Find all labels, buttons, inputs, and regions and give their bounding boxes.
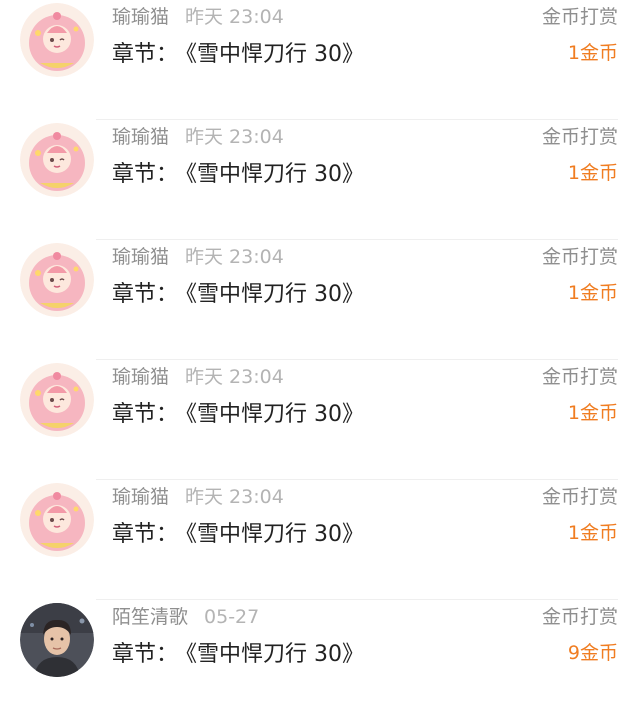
man-photo-avatar-icon [20,603,94,677]
reward-row[interactable]: 陌笙清歌 05-27 章节： 《雪中悍刀行 30》 金币打赏 9金币 [0,600,640,720]
chapter-line: 章节： 《雪中悍刀行 30》 [112,36,364,68]
anime-girl-avatar-icon [20,363,94,437]
timestamp: 05-27 [204,606,260,628]
avatar[interactable] [20,3,94,77]
reward-type: 金币打赏 [541,606,618,628]
reward-type: 金币打赏 [541,366,618,388]
reward-row[interactable]: 瑜瑜猫 昨天 23:04 章节： 《雪中悍刀行 30》 金币打赏 1金币 [0,240,640,360]
chapter-line: 章节： 《雪中悍刀行 30》 [112,636,364,668]
chapter-label: 章节： [112,42,179,67]
username[interactable]: 瑜瑜猫 [112,126,169,148]
avatar[interactable] [20,123,94,197]
reward-meta: 瑜瑜猫 昨天 23:04 [112,122,284,149]
chapter-label: 章节： [112,522,179,547]
avatar[interactable] [20,243,94,317]
chapter-title[interactable]: 《雪中悍刀行 30》 [186,282,364,307]
reward-meta: 瑜瑜猫 昨天 23:04 [112,242,284,269]
reward-type: 金币打赏 [541,246,618,268]
reward-meta: 瑜瑜猫 昨天 23:04 [112,362,284,389]
reward-row[interactable]: 瑜瑜猫 昨天 23:04 章节： 《雪中悍刀行 30》 金币打赏 1金币 [0,120,640,240]
chapter-line: 章节： 《雪中悍刀行 30》 [112,516,364,548]
reward-type: 金币打赏 [541,126,618,148]
reward-amount: 1金币 [567,522,618,544]
reward-amount: 1金币 [567,42,618,64]
chapter-label: 章节： [112,162,179,187]
reward-row[interactable]: 瑜瑜猫 昨天 23:04 章节： 《雪中悍刀行 30》 金币打赏 1金币 [0,360,640,480]
anime-girl-avatar-icon [20,483,94,557]
username[interactable]: 瑜瑜猫 [112,366,169,388]
reward-meta: 陌笙清歌 05-27 [112,602,259,629]
reward-amount: 9金币 [567,642,618,664]
chapter-title[interactable]: 《雪中悍刀行 30》 [186,42,364,67]
reward-type: 金币打赏 [541,486,618,508]
username[interactable]: 瑜瑜猫 [112,246,169,268]
timestamp: 昨天 23:04 [185,246,284,268]
reward-meta: 瑜瑜猫 昨天 23:04 [112,2,284,29]
chapter-line: 章节： 《雪中悍刀行 30》 [112,396,364,428]
chapter-title[interactable]: 《雪中悍刀行 30》 [186,522,364,547]
reward-type: 金币打赏 [541,6,618,28]
anime-girl-avatar-icon [20,123,94,197]
chapter-title[interactable]: 《雪中悍刀行 30》 [186,162,364,187]
reward-amount: 1金币 [567,162,618,184]
chapter-title[interactable]: 《雪中悍刀行 30》 [186,642,364,667]
timestamp: 昨天 23:04 [185,486,284,508]
anime-girl-avatar-icon [20,243,94,317]
timestamp: 昨天 23:04 [185,126,284,148]
username[interactable]: 陌笙清歌 [112,606,188,628]
reward-amount: 1金币 [567,402,618,424]
reward-row[interactable]: 瑜瑜猫 昨天 23:04 章节： 《雪中悍刀行 30》 金币打赏 1金币 [0,0,640,120]
timestamp: 昨天 23:04 [185,6,284,28]
username[interactable]: 瑜瑜猫 [112,6,169,28]
username[interactable]: 瑜瑜猫 [112,486,169,508]
reward-row[interactable]: 瑜瑜猫 昨天 23:04 章节： 《雪中悍刀行 30》 金币打赏 1金币 [0,480,640,600]
reward-list: 瑜瑜猫 昨天 23:04 章节： 《雪中悍刀行 30》 金币打赏 1金币 瑜瑜猫… [0,0,640,705]
chapter-label: 章节： [112,402,179,427]
chapter-line: 章节： 《雪中悍刀行 30》 [112,156,364,188]
reward-amount: 1金币 [567,282,618,304]
timestamp: 昨天 23:04 [185,366,284,388]
chapter-label: 章节： [112,642,179,667]
avatar[interactable] [20,603,94,677]
chapter-title[interactable]: 《雪中悍刀行 30》 [186,402,364,427]
anime-girl-avatar-icon [20,3,94,77]
chapter-line: 章节： 《雪中悍刀行 30》 [112,276,364,308]
reward-meta: 瑜瑜猫 昨天 23:04 [112,482,284,509]
avatar[interactable] [20,363,94,437]
avatar[interactable] [20,483,94,557]
chapter-label: 章节： [112,282,179,307]
